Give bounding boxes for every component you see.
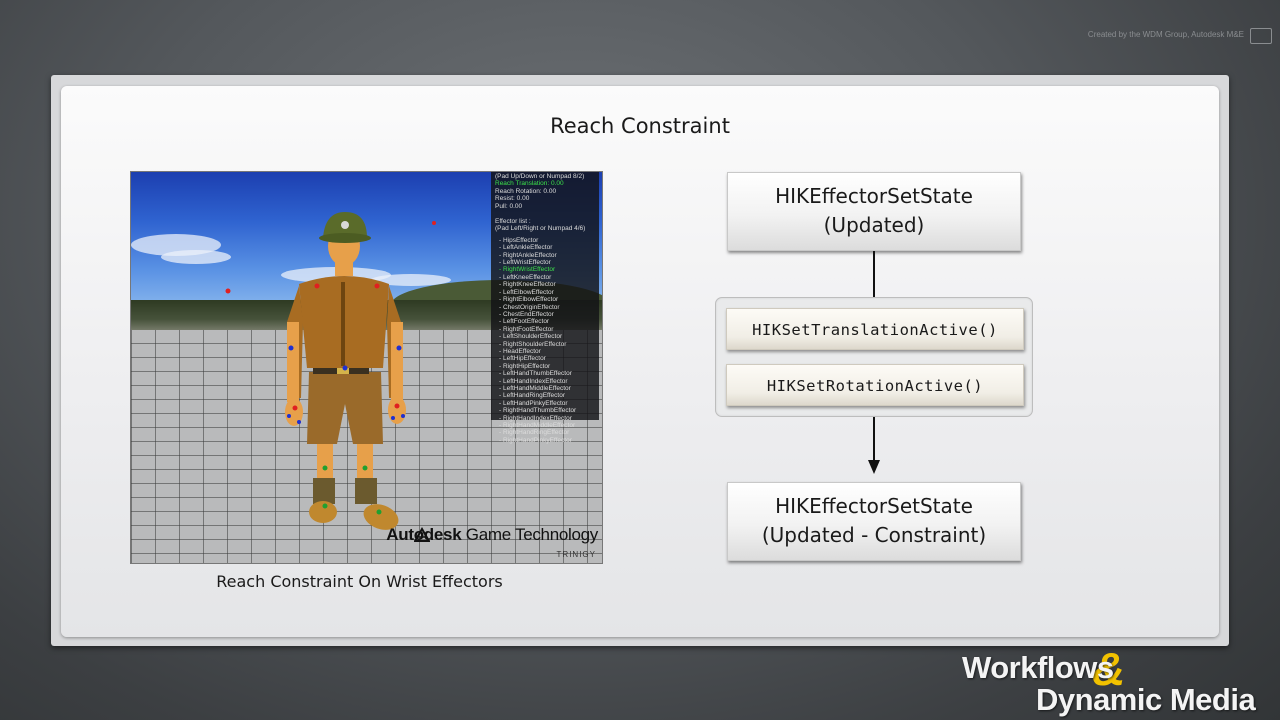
viewport-caption: Reach Constraint On Wrist Effectors: [216, 572, 503, 591]
hud-reach-translation: Reach Translation: 0.00: [495, 180, 564, 188]
hud-resist: Resist: 0.00: [495, 195, 530, 203]
effector-list-item: - LeftHandPinkyEffector: [499, 399, 568, 407]
box-line: HIKEffectorSetState: [775, 494, 973, 518]
effector-list-item: - HipsEffector: [499, 236, 539, 244]
effector-list-item: - ChestOriginEffector: [499, 303, 560, 311]
brand-autodesk: Autodesk: [386, 525, 462, 544]
effector-list: - HipsEffector - LeftAnkleEffector - Right…: [495, 237, 595, 444]
slide-title: Reach Constraint: [550, 114, 730, 138]
logo-dynamic-media: Dynamic Media: [1036, 682, 1256, 717]
brand-game-technology: Game Technology: [461, 525, 599, 544]
hud-list-title: Effector list :: [495, 218, 531, 226]
effector-list-item: - LeftElbowEffector: [499, 288, 554, 296]
effector-list-item: - RightKneeEffector: [499, 281, 556, 289]
effector-state-updated-box: HIKEffectorSetState (Updated): [727, 172, 1021, 251]
box-line: (Updated - Constraint): [761, 523, 987, 547]
effector-list-item: - ChestEndEffector: [499, 310, 554, 318]
hud-reach-rotation: Reach Rotation: 0.00: [495, 187, 557, 195]
effector-list-item: - HeadEffector: [499, 347, 541, 355]
effector-list-item: - RightHandRingEffector: [499, 429, 570, 437]
effector-list-item: - RightHandMiddleEffector: [499, 422, 576, 429]
effector-list-item: - RightFootEffector: [499, 325, 554, 333]
credit-text: Created by the WDM Group, Autodesk M&E: [1087, 30, 1244, 39]
effector-list-item: - LeftWristEffector: [499, 259, 551, 267]
box-line: (Updated): [823, 213, 925, 237]
workflows-dynamic-media-logo: & Workflows Dynamic Media: [952, 643, 1272, 720]
translation-active-function: HIKSetTranslationActive(): [726, 308, 1024, 350]
hud-pull: Pull: 0.00: [495, 202, 523, 210]
effector-list-item: - LeftKneeEffector: [499, 273, 552, 281]
hud-list-hint: (Pad Left/Right or Numpad 4/6): [495, 225, 586, 233]
effector-list-item: - LeftHandMiddleEffector: [499, 384, 571, 392]
effector-list-item: - RightHandThumbEffector: [499, 407, 577, 415]
logo-workflows: Workflows: [962, 650, 1114, 685]
effector-list-item: - RightHipEffector: [499, 362, 551, 370]
hud-line: (Pad Up/Down or Numpad 8/2): [495, 173, 585, 180]
box-line: HIKEffectorSetState: [775, 184, 973, 208]
arrow-down-icon: [868, 460, 880, 474]
effector-list-item: - LeftHandThumbEffector: [499, 370, 572, 378]
autodesk-game-technology-brand: Autodesk Game Technology: [386, 525, 598, 545]
brand-trinigy: TRINIGY: [556, 550, 596, 559]
effector-state-constraint-box: HIKEffectorSetState (Updated - Constrain…: [727, 482, 1021, 561]
effector-list-item: - RightShoulderEffector: [499, 340, 567, 348]
effector-list-item: - LeftFootEffector: [499, 318, 550, 326]
effector-hud: (Pad Up/Down or Numpad 8/2) Reach Transl…: [491, 172, 599, 444]
autodesk-mark-icon: [1250, 28, 1272, 44]
effector-list-item: - RightAnkleEffector: [499, 251, 557, 259]
effector-list-item: - LeftAnkleEffector: [499, 244, 553, 252]
effector-list-item: - RightHandPinkyEffector: [499, 436, 572, 444]
effector-list-item: - RightWristEffector: [499, 266, 556, 274]
effector-list-item: - LeftHipEffector: [499, 355, 546, 363]
effector-list-item: - RightElbowEffector: [499, 296, 559, 304]
rotation-active-function: HIKSetRotationActive(): [726, 364, 1024, 406]
effector-list-item: - LeftHandRingEffector: [499, 392, 565, 400]
effector-list-item: - LeftHandIndexEffector: [499, 377, 568, 385]
connector-line: [873, 251, 875, 297]
effector-list-item: - LeftShoulderEffector: [499, 333, 563, 341]
game-viewport: (Pad Up/Down or Numpad 8/2) Reach Transl…: [130, 171, 603, 564]
connector-line: [873, 417, 875, 463]
effector-list-item: - RightHandIndexEffector: [499, 414, 572, 422]
